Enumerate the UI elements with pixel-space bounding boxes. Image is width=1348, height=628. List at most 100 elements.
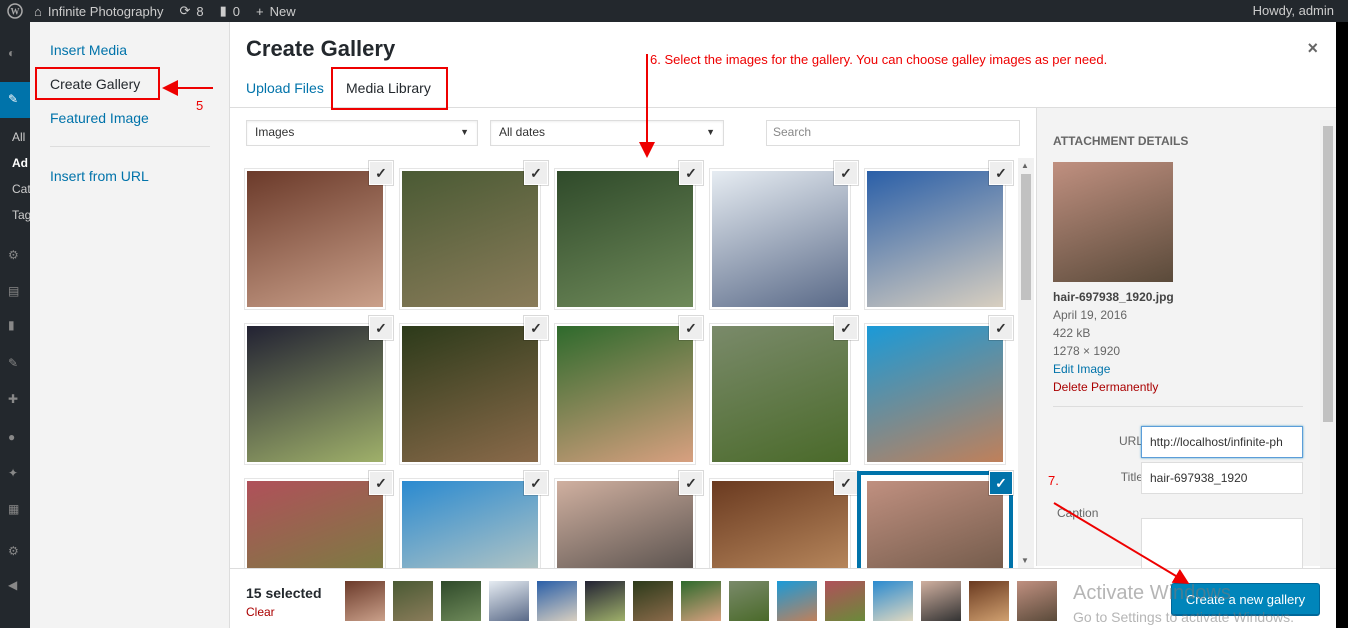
tab-upload-files[interactable]: Upload Files [246,80,324,96]
selection-thumbnail[interactable] [585,581,625,621]
attachment-tile-portrait-red-hair[interactable]: ✓ [244,161,393,310]
attachment-image [402,326,538,462]
new-label: New [269,3,296,19]
admin-item-tags[interactable]: Tag [12,208,31,222]
collapse-icon[interactable]: ◀ [8,578,24,592]
checkmark-icon[interactable]: ✓ [679,471,703,495]
sidebar-scroll-thumb[interactable] [1323,126,1333,422]
admin-item-categories[interactable]: Cat [12,182,31,196]
admin-item-add[interactable]: Ad [12,156,28,170]
edit-image-link[interactable]: Edit Image [1053,362,1110,376]
sidebar-scrollbar[interactable] [1320,120,1336,568]
attachment-tile-woman-striped-top[interactable]: ✓ [554,471,703,568]
annotation-box-media-library [331,67,448,110]
activate-windows-subtext: Go to Settings to activate Windows. [1073,609,1294,625]
attachment-tile-beach-sea[interactable]: ✓ [399,471,548,568]
date-filter-select[interactable]: All dates ▼ [490,120,724,146]
posts-menu-active[interactable]: ✎ [0,82,30,118]
attachment-tile-green-hills-clouds[interactable]: ✓ [709,316,858,465]
checkmark-icon[interactable]: ✓ [524,471,548,495]
selection-thumbnail[interactable] [345,581,385,621]
settings-icon[interactable]: ▦ [8,502,24,516]
url-field[interactable]: http://localhost/infinite-ph [1141,426,1303,458]
attachment-size: 422 kB [1053,326,1091,340]
selection-thumbnail[interactable] [489,581,529,621]
attachment-tile-stupa-temple[interactable]: ✓ [864,161,1013,310]
selection-thumbnail[interactable] [681,581,721,621]
attachment-tile-dancer-girls[interactable]: ✓ [244,471,393,568]
selection-thumbnail[interactable] [825,581,865,621]
attachment-image [247,481,383,568]
scroll-thumb[interactable] [1021,174,1031,300]
selection-thumbnail[interactable] [633,581,673,621]
checkmark-icon[interactable]: ✓ [679,316,703,340]
menu-insert-media[interactable]: Insert Media [50,42,127,58]
selection-thumbnail[interactable] [969,581,1009,621]
selection-thumbnail[interactable] [921,581,961,621]
checkmark-icon[interactable]: ✓ [989,471,1013,495]
comments-icon[interactable]: ▮ [8,318,24,332]
selection-thumbnail[interactable] [393,581,433,621]
new-content-link[interactable]: + New [248,4,304,19]
activate-windows-watermark: Activate Windows [1073,582,1231,604]
gear-icon[interactable]: ⚙ [8,544,24,558]
howdy-user[interactable]: Howdy, admin [1253,0,1334,22]
selection-thumbnail[interactable] [777,581,817,621]
checkmark-icon[interactable]: ✓ [679,161,703,185]
scroll-down-icon[interactable]: ▼ [1021,556,1029,565]
attachment-tile-hair-portrait[interactable]: ✓ [864,471,1013,568]
attachment-tile-buddha-statue[interactable]: ✓ [554,161,703,310]
attachment-tile-woman-finger-lips[interactable]: ✓ [709,471,858,568]
attachment-tile-camera-lens[interactable]: ✓ [244,316,393,465]
wordpress-logo-icon[interactable]: W [4,0,26,22]
checkmark-icon[interactable]: ✓ [524,161,548,185]
pages-icon[interactable]: ▤ [8,284,24,298]
attachment-tile-snow-mountains[interactable]: ✓ [709,161,858,310]
updates-link[interactable]: ⟳ 8 [172,3,212,19]
home-icon: ⌂ [34,3,42,19]
admin-sidebar: ◐ ✎ All Ad Cat Tag ⚙ ▤ ▮ ✎ ✚ ● ✦ ▦ ⚙ ◀ [0,22,31,628]
checkmark-icon[interactable]: ✓ [989,161,1013,185]
selection-thumbnail[interactable] [441,581,481,621]
checkmark-icon[interactable]: ✓ [369,161,393,185]
checkmark-icon[interactable]: ✓ [989,316,1013,340]
attachment-tile-elephants-river[interactable]: ✓ [399,161,548,310]
type-filter-select[interactable]: Images ▼ [246,120,478,146]
checkmark-icon[interactable]: ✓ [524,316,548,340]
search-input[interactable]: Search [766,120,1020,146]
checkmark-icon[interactable]: ✓ [369,471,393,495]
attachment-dimensions: 1278 × 1920 [1053,344,1121,358]
dashboard-icon[interactable]: ◐ [8,46,24,60]
checkmark-icon[interactable]: ✓ [834,161,858,185]
site-name-link[interactable]: ⌂ Infinite Photography [26,4,172,19]
users-icon[interactable]: ● [8,430,24,444]
appearance-icon[interactable]: ✎ [8,356,24,370]
checkmark-icon[interactable]: ✓ [369,316,393,340]
selection-thumbnail[interactable] [537,581,577,621]
scroll-up-icon[interactable]: ▲ [1021,161,1029,170]
checkmark-icon[interactable]: ✓ [834,471,858,495]
attachment-image [247,171,383,307]
media-icon[interactable]: ⚙ [8,248,24,262]
svg-text:W: W [11,7,20,17]
menu-featured-image[interactable]: Featured Image [50,110,149,126]
checkmark-icon[interactable]: ✓ [834,316,858,340]
menu-insert-from-url[interactable]: Insert from URL [50,168,149,184]
grid-scrollbar[interactable]: ▲ ▼ [1018,158,1034,568]
selection-thumbnail[interactable] [873,581,913,621]
attachment-tile-three-women-group[interactable]: ✓ [554,316,703,465]
attachment-tile-two-girls-walking[interactable]: ✓ [399,316,548,465]
clear-selection-link[interactable]: Clear [246,605,275,619]
admin-item-all[interactable]: All [12,130,25,144]
title-field[interactable]: hair-697938_1920 [1141,462,1303,494]
comments-link[interactable]: ▮ 0 [212,3,248,19]
close-icon[interactable]: × [1307,38,1318,59]
selection-thumbnail[interactable] [729,581,769,621]
delete-permanently-link[interactable]: Delete Permanently [1053,380,1158,394]
selection-thumbnail[interactable] [1017,581,1057,621]
plugins-icon[interactable]: ✚ [8,392,24,406]
tools-icon[interactable]: ✦ [8,466,24,480]
title-label: Title [1120,470,1143,484]
attachment-image [867,171,1003,307]
attachment-tile-woman-in-pool[interactable]: ✓ [864,316,1013,465]
